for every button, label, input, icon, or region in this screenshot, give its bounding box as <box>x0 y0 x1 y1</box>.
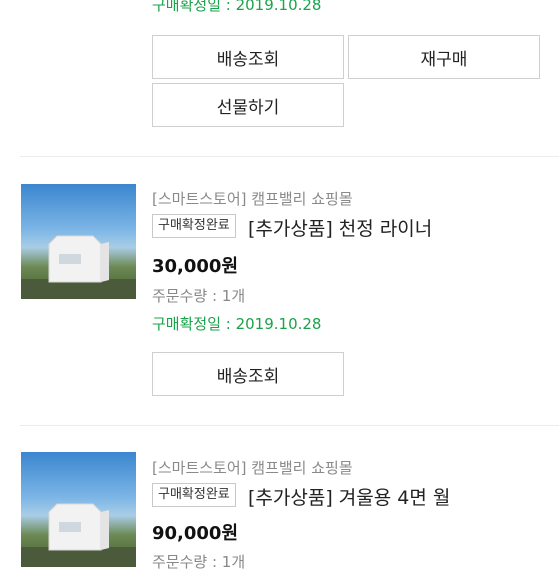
product-name[interactable]: [추가상품] 천정 라이너 <box>248 214 432 241</box>
tent-image <box>21 503 136 567</box>
order-divider <box>20 425 559 426</box>
product-name[interactable]: [추가상품] 겨울용 4면 월 <box>248 483 450 510</box>
store-name[interactable]: [스마트스토어] 캠프밸리 쇼핑몰 <box>152 457 353 478</box>
gift-button[interactable]: 선물하기 <box>152 83 344 127</box>
order-quantity: 주문수량 : 1개 <box>152 553 246 571</box>
product-price: 90,000원 <box>152 523 239 544</box>
rebuy-button[interactable]: 재구매 <box>348 35 540 79</box>
status-badge: 구매확정완료 <box>152 214 236 238</box>
order-divider <box>20 156 559 157</box>
delivery-tracking-button[interactable]: 배송조회 <box>152 352 344 396</box>
order-quantity: 주문수량 : 1개 <box>152 287 246 305</box>
product-price: 30,000원 <box>152 256 239 277</box>
status-badge: 구매확정완료 <box>152 483 236 507</box>
product-thumbnail[interactable] <box>21 184 136 299</box>
confirm-date: 구매확정일 : 2019.10.28 <box>152 315 322 333</box>
delivery-tracking-button[interactable]: 배송조회 <box>152 35 344 79</box>
confirm-date: 구매확정일 : 2019.10.28 <box>152 0 322 14</box>
store-name[interactable]: [스마트스토어] 캠프밸리 쇼핑몰 <box>152 188 353 209</box>
tent-image <box>21 235 136 299</box>
product-thumbnail[interactable] <box>21 452 136 567</box>
